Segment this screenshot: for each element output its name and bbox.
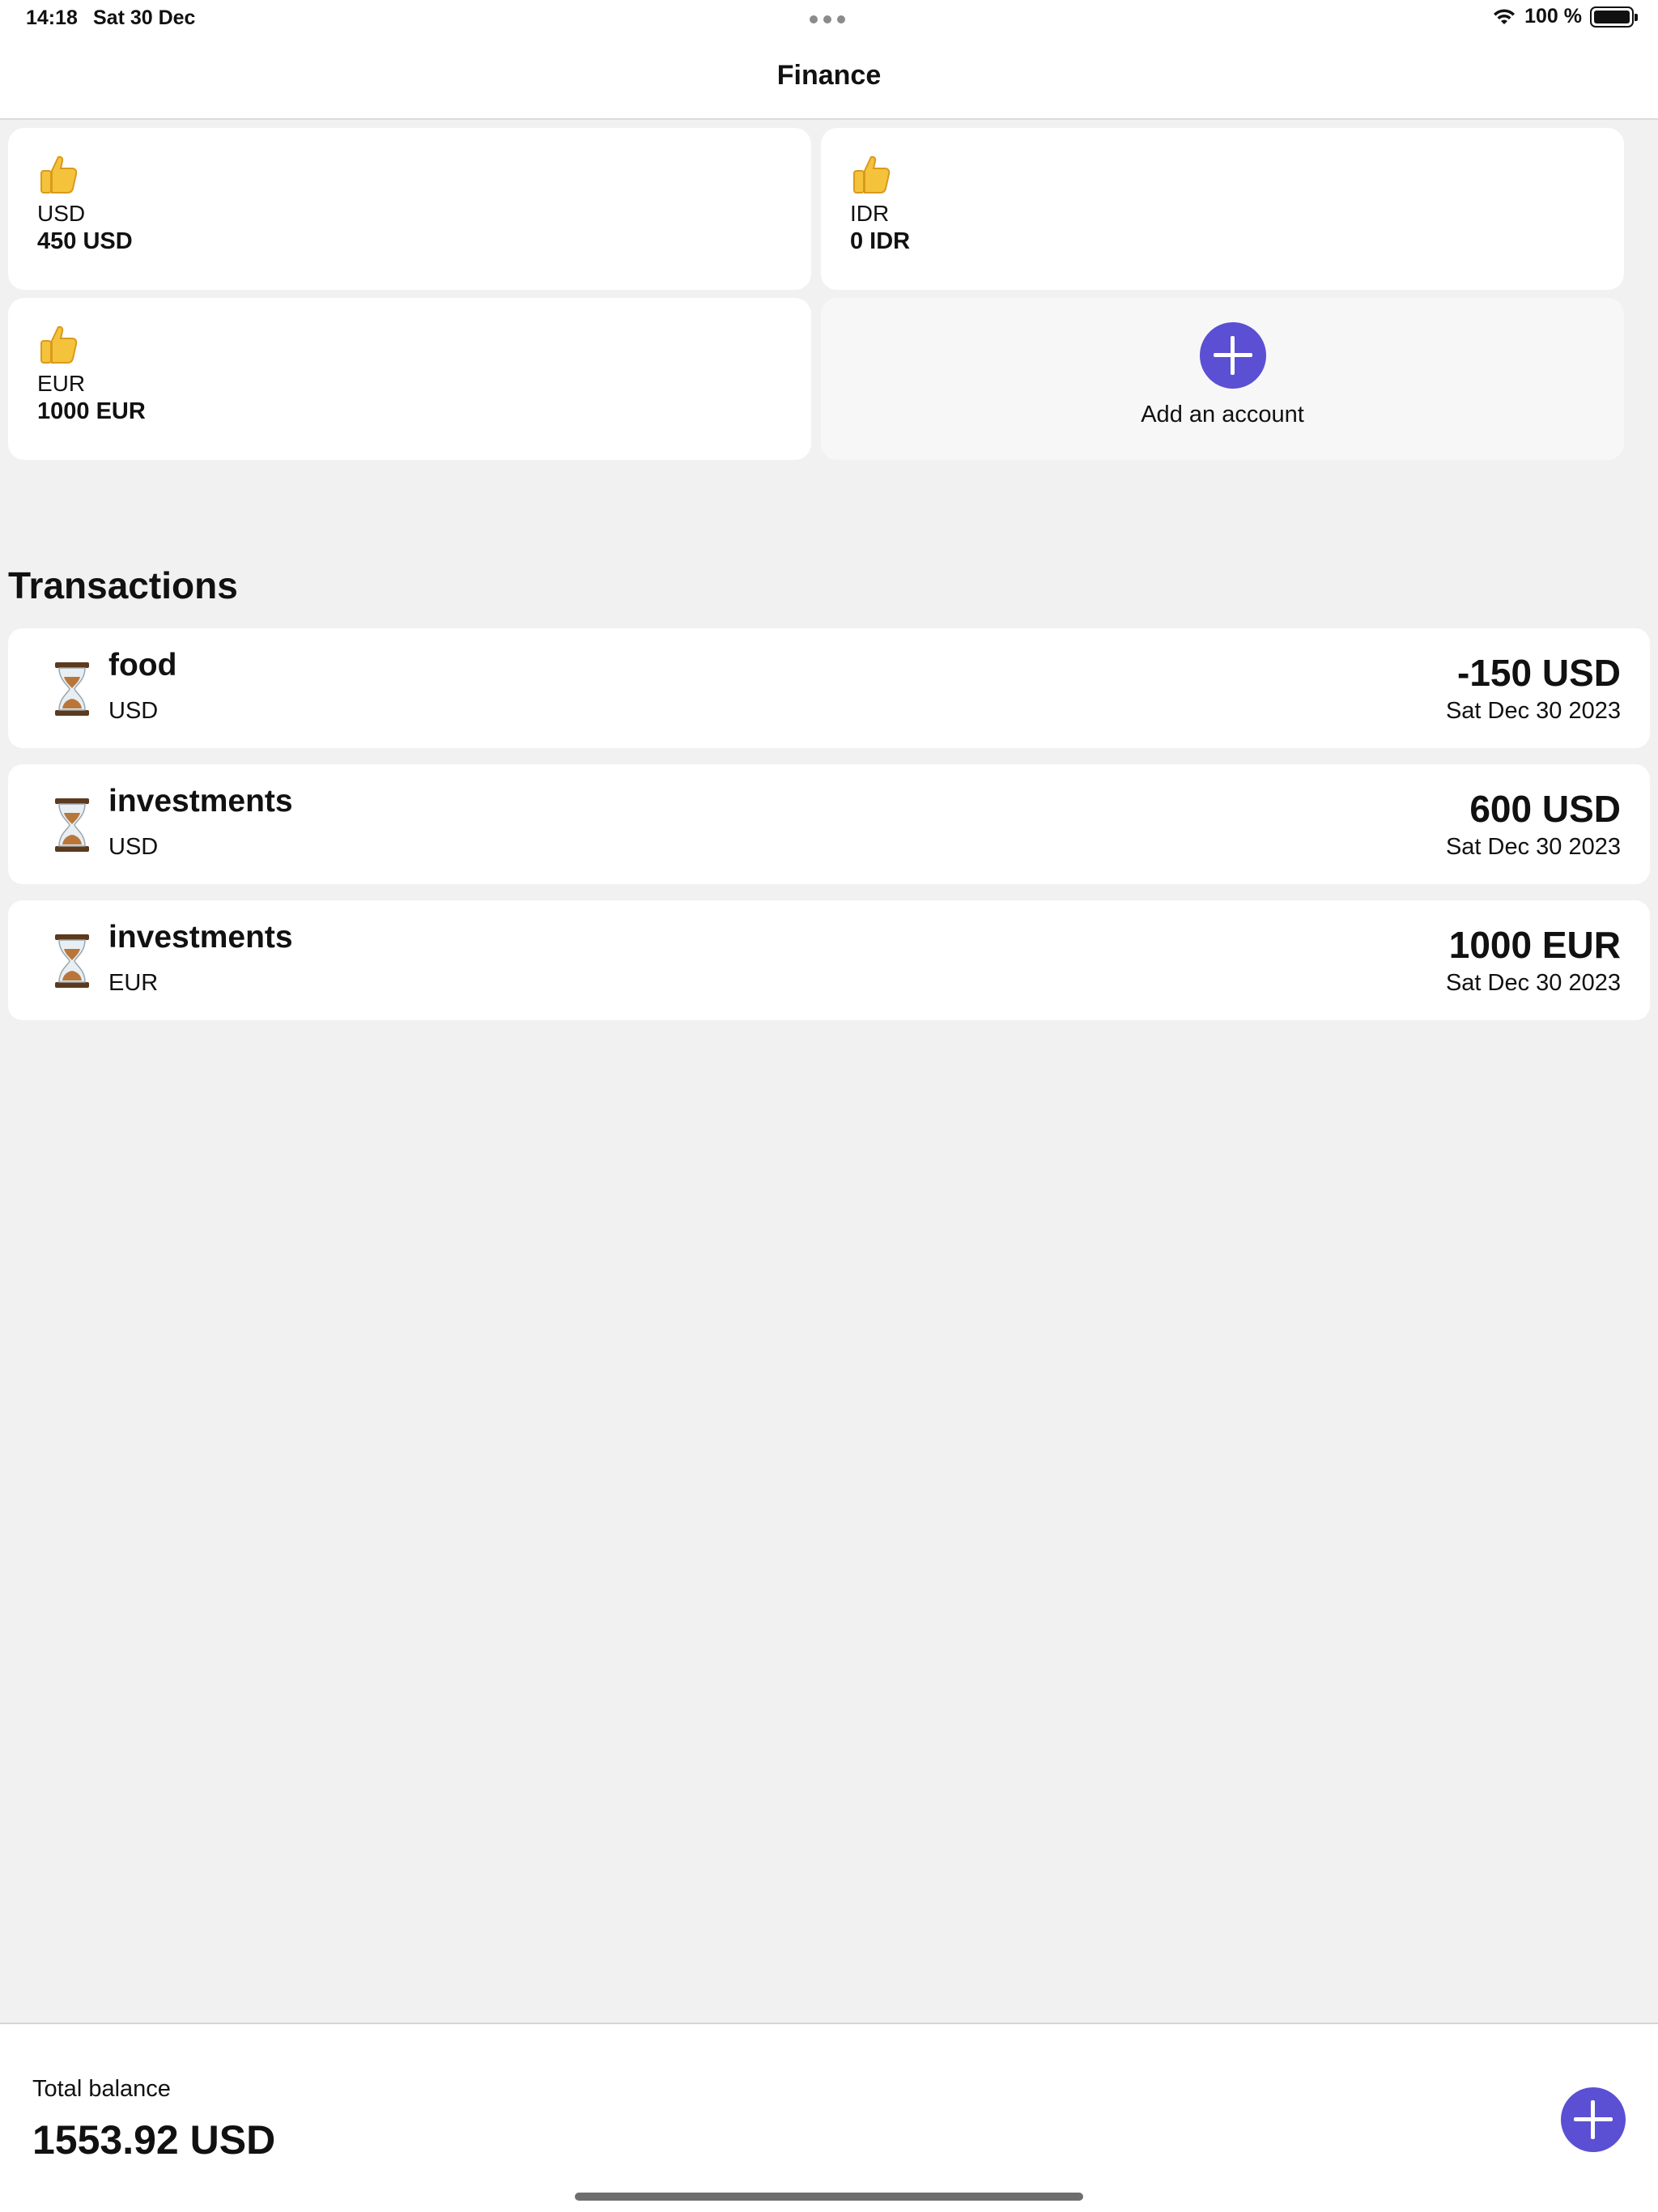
plus-icon — [1200, 322, 1266, 389]
total-balance-label: Total balance — [32, 2076, 171, 2102]
hourglass-icon — [55, 662, 89, 716]
account-amount: 450 USD — [37, 228, 133, 254]
total-balance-bar: Total balance 1553.92 USD — [0, 2023, 1658, 2212]
hourglass-icon — [55, 798, 89, 852]
transaction-date: Sat Dec 30 2023 — [1445, 834, 1621, 860]
total-balance-value: 1553.92 USD — [32, 2117, 276, 2163]
account-name: USD — [37, 201, 86, 226]
transaction-amount: -150 USD — [1457, 652, 1621, 694]
account-card-eur[interactable]: EUR 1000 EUR — [8, 298, 811, 460]
account-amount: 1000 EUR — [37, 398, 146, 424]
home-indicator[interactable] — [575, 2193, 1083, 2201]
transaction-amount: 600 USD — [1469, 788, 1621, 830]
add-account-button[interactable]: Add an account — [821, 298, 1624, 460]
transaction-currency: USD — [108, 834, 159, 860]
account-name: IDR — [850, 201, 890, 226]
add-transaction-button[interactable] — [1561, 2087, 1626, 2152]
finance-screen: 14:18 Sat 30 Dec 100 % Finance USD 450 U… — [0, 0, 1658, 2212]
status-time: 14:18 — [26, 6, 78, 29]
transaction-category: investments — [108, 920, 293, 955]
wifi-icon — [1494, 8, 1516, 24]
transaction-category: food — [108, 648, 177, 683]
transaction-category: investments — [108, 784, 293, 819]
battery-icon — [1590, 6, 1638, 28]
transaction-date: Sat Dec 30 2023 — [1445, 698, 1621, 724]
battery-percentage: 100 % — [1524, 5, 1582, 28]
transaction-date: Sat Dec 30 2023 — [1445, 970, 1621, 996]
add-account-label: Add an account — [1141, 402, 1304, 428]
transaction-currency: USD — [108, 698, 159, 724]
account-card-idr[interactable]: IDR 0 IDR — [821, 128, 1624, 290]
page-title: Finance — [776, 60, 882, 91]
transaction-currency: EUR — [108, 970, 159, 996]
transaction-row[interactable]: food USD -150 USD Sat Dec 30 2023 — [8, 628, 1650, 748]
account-amount: 0 IDR — [850, 228, 911, 254]
account-name: EUR — [37, 371, 86, 396]
transactions-heading: Transactions — [8, 564, 238, 606]
status-indicators: 100 % — [1492, 5, 1638, 28]
transaction-row[interactable]: investments EUR 1000 EUR Sat Dec 30 2023 — [8, 900, 1650, 1020]
top-bar: 14:18 Sat 30 Dec 100 % Finance — [0, 0, 1658, 120]
thumbs-up-icon — [853, 155, 891, 194]
account-card-usd[interactable]: USD 450 USD — [8, 128, 811, 290]
transaction-amount: 1000 EUR — [1448, 924, 1621, 966]
thumbs-up-icon — [40, 325, 78, 364]
status-date: Sat 30 Dec — [93, 6, 196, 29]
hourglass-icon — [55, 934, 89, 988]
transaction-row[interactable]: investments USD 600 USD Sat Dec 30 2023 — [8, 764, 1650, 884]
thumbs-up-icon — [40, 155, 78, 194]
multitasking-dots-icon[interactable] — [810, 15, 845, 23]
